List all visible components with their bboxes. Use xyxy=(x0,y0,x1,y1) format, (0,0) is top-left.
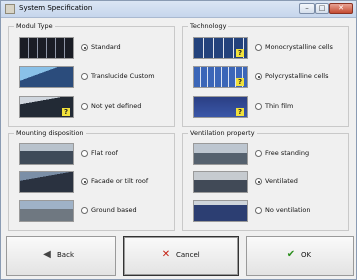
flat-roof-image[interactable] xyxy=(19,143,74,165)
radio-polycrystalline[interactable] xyxy=(255,73,262,80)
option-translucide-custom[interactable]: Translucide Custom xyxy=(19,66,169,88)
checkmark-icon: ✔ xyxy=(286,249,296,260)
option-thin-film[interactable]: ? Thin film xyxy=(193,96,343,118)
title-bar: System Specification – □ ✕ xyxy=(1,1,356,18)
option-facade-tilt-roof[interactable]: Facade or tilt roof xyxy=(19,171,169,193)
mounting-disposition-group: Mounting disposition Flat roof Facade or… xyxy=(8,129,175,231)
label-ground-based[interactable]: Ground based xyxy=(91,206,137,214)
technology-group: Technology ? Monocrystalline cells ? Pol… xyxy=(182,22,349,127)
app-icon xyxy=(5,4,15,14)
label-standard[interactable]: Standard xyxy=(91,43,121,51)
label-free-standing[interactable]: Free standing xyxy=(265,149,309,157)
ventilated-image[interactable] xyxy=(193,171,248,193)
undefined-module-image[interactable]: ? xyxy=(19,96,74,118)
radio-translucide-custom[interactable] xyxy=(81,73,88,80)
cancel-x-icon: ✕ xyxy=(161,249,171,260)
dialog-button-bar: ◀ Back ✕ Cancel ✔ OK xyxy=(3,236,354,279)
option-not-yet-defined[interactable]: ? Not yet defined xyxy=(19,96,169,118)
radio-ground-based[interactable] xyxy=(81,207,88,214)
thin-film-image[interactable]: ? xyxy=(193,96,248,118)
free-standing-image[interactable] xyxy=(193,143,248,165)
label-monocrystalline[interactable]: Monocrystalline cells xyxy=(265,43,333,51)
window-title: System Specification xyxy=(19,4,93,12)
system-specification-dialog: System Specification – □ ✕ Modul Type St… xyxy=(0,0,357,280)
option-ground-based[interactable]: Ground based xyxy=(19,200,169,222)
mounting-title: Mounting disposition xyxy=(14,129,86,137)
close-button[interactable]: ✕ xyxy=(329,3,353,14)
technology-title: Technology xyxy=(188,22,229,30)
cancel-button[interactable]: ✕ Cancel xyxy=(123,236,239,276)
option-flat-roof[interactable]: Flat roof xyxy=(19,143,169,165)
label-flat-roof[interactable]: Flat roof xyxy=(91,149,118,157)
ventilation-property-group: Ventilation property Free standing Venti… xyxy=(182,129,349,231)
question-mark-icon: ? xyxy=(236,49,244,57)
radio-standard[interactable] xyxy=(81,44,88,51)
radio-ventilated[interactable] xyxy=(255,178,262,185)
modul-type-group: Modul Type Standard Translucide Custom ?… xyxy=(8,22,175,127)
maximize-button[interactable]: □ xyxy=(315,3,329,14)
option-ventilated[interactable]: Ventilated xyxy=(193,171,343,193)
label-not-yet-defined[interactable]: Not yet defined xyxy=(91,102,141,110)
ok-button[interactable]: ✔ OK xyxy=(246,236,354,276)
option-no-ventilation[interactable]: No ventilation xyxy=(193,200,343,222)
radio-free-standing[interactable] xyxy=(255,150,262,157)
radio-monocrystalline[interactable] xyxy=(255,44,262,51)
option-polycrystalline[interactable]: ? Polycrystalline cells xyxy=(193,66,343,88)
label-ventilated[interactable]: Ventilated xyxy=(265,177,298,185)
back-button[interactable]: ◀ Back xyxy=(6,236,116,276)
back-button-label: Back xyxy=(57,251,74,259)
question-mark-icon: ? xyxy=(62,108,70,116)
ventilation-title: Ventilation property xyxy=(188,129,257,137)
label-no-ventilation[interactable]: No ventilation xyxy=(265,206,310,214)
question-mark-icon: ? xyxy=(236,78,244,86)
modul-type-title: Modul Type xyxy=(14,22,55,30)
facade-roof-image[interactable] xyxy=(19,171,74,193)
label-translucide-custom[interactable]: Translucide Custom xyxy=(91,72,155,80)
radio-no-ventilation[interactable] xyxy=(255,207,262,214)
radio-thin-film[interactable] xyxy=(255,103,262,110)
option-standard[interactable]: Standard xyxy=(19,37,169,59)
polycrystalline-image[interactable]: ? xyxy=(193,66,248,88)
label-facade-tilt-roof[interactable]: Facade or tilt roof xyxy=(91,177,148,185)
ok-button-label: OK xyxy=(301,251,312,259)
back-arrow-icon: ◀ xyxy=(43,249,51,260)
radio-not-yet-defined[interactable] xyxy=(81,103,88,110)
monocrystalline-image[interactable]: ? xyxy=(193,37,248,59)
label-thin-film[interactable]: Thin film xyxy=(265,102,293,110)
radio-facade-tilt-roof[interactable] xyxy=(81,178,88,185)
radio-flat-roof[interactable] xyxy=(81,150,88,157)
standard-module-image[interactable] xyxy=(19,37,74,59)
option-monocrystalline[interactable]: ? Monocrystalline cells xyxy=(193,37,343,59)
minimize-button[interactable]: – xyxy=(299,3,315,14)
no-ventilation-image[interactable] xyxy=(193,200,248,222)
option-free-standing[interactable]: Free standing xyxy=(193,143,343,165)
question-mark-icon: ? xyxy=(236,108,244,116)
cancel-button-label: Cancel xyxy=(176,251,200,259)
ground-based-image[interactable] xyxy=(19,200,74,222)
translucide-module-image[interactable] xyxy=(19,66,74,88)
label-polycrystalline[interactable]: Polycrystalline cells xyxy=(265,72,329,80)
